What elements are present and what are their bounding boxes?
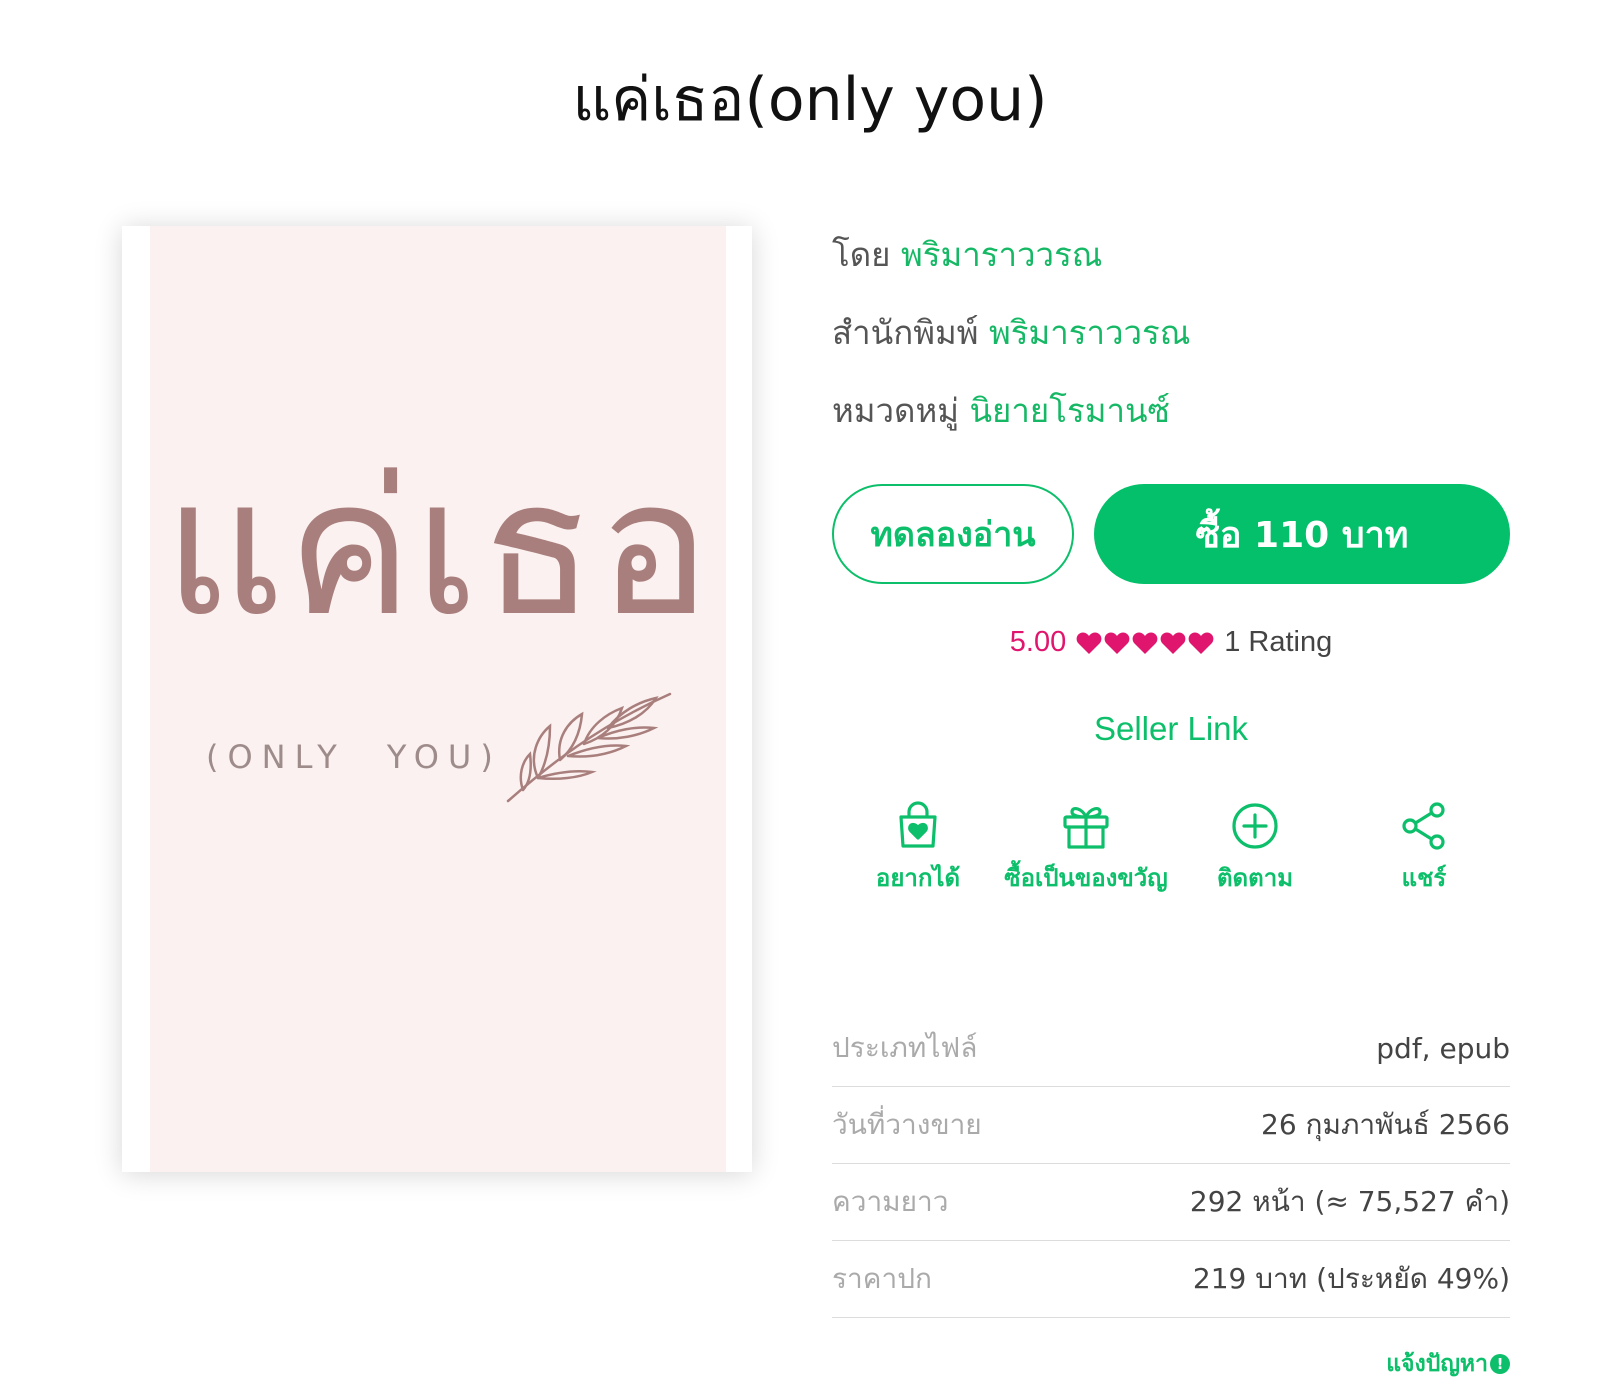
heart-icon <box>1104 632 1130 654</box>
author-link[interactable]: พริมาราววรณ <box>901 235 1102 274</box>
heart-icon <box>1188 632 1214 654</box>
page-title: แค่เธอ(only you) <box>572 65 1048 135</box>
follow-label: ติดตาม <box>1216 864 1294 892</box>
category-label: หมวดหมู่ <box>832 391 959 430</box>
detail-label: ประเภทไฟล์ <box>832 1031 978 1064</box>
detail-label: ความยาว <box>832 1185 949 1218</box>
share-icon <box>1402 802 1445 850</box>
gift-icon <box>1063 806 1109 849</box>
leaf-branch-icon <box>506 692 672 803</box>
sample-read-button[interactable]: ทดลองอ่าน <box>832 484 1074 584</box>
action-bar: อยากได้ ซื้อเป็นของขวัญ ติดตาม แชร์ <box>832 800 1510 910</box>
author-label: โดย <box>832 235 891 274</box>
detail-row: ความยาว 292 หน้า (≈ 75,527 คำ) <box>832 1164 1510 1241</box>
rating-hearts <box>1076 631 1214 655</box>
report-problem-link[interactable]: แจ้งปัญหา ! <box>1386 1346 1510 1382</box>
detail-row: ประเภทไฟล์ pdf, epub <box>832 1010 1510 1087</box>
detail-value: 219 บาท (ประหยัด 49%) <box>1192 1262 1510 1295</box>
seller-link[interactable]: Seller Link <box>832 710 1510 748</box>
author-row: โดย พริมาราววรณ <box>832 228 1102 281</box>
detail-value: pdf, epub <box>1376 1031 1510 1065</box>
buy-button[interactable]: ซื้อ 110 บาท <box>1094 484 1510 584</box>
gift-label: ซื้อเป็นของขวัญ <box>1004 864 1168 892</box>
rating-summary: 5.00 1 Rating <box>832 626 1510 659</box>
publisher-row: สำนักพิมพ์ พริมาราววรณ <box>832 306 1190 359</box>
cover-subtitle: (ONLY YOU) <box>206 738 502 776</box>
details-table: ประเภทไฟล์ pdf, epub วันที่วางขาย 26 กุม… <box>832 1010 1510 1318</box>
detail-row: ราคาปก 219 บาท (ประหยัด 49%) <box>832 1241 1510 1318</box>
category-row: หมวดหมู่ นิยายโรมานซ์ <box>832 384 1170 437</box>
detail-label: วันที่วางขาย <box>832 1108 982 1141</box>
detail-value: 292 หน้า (≈ 75,527 คำ) <box>1189 1185 1510 1218</box>
heart-icon <box>1132 632 1158 654</box>
detail-row: วันที่วางขาย 26 กุมภาพันธ์ 2566 <box>832 1087 1510 1164</box>
rating-score: 5.00 <box>1009 626 1067 658</box>
share-label: แชร์ <box>1401 864 1447 892</box>
book-cover[interactable]: แค่เธอ (ONLY YOU) <box>122 226 752 1172</box>
wishlist-label: อยากได้ <box>875 864 961 892</box>
detail-label: ราคาปก <box>832 1262 932 1295</box>
wishlist-bag-heart-icon <box>899 801 937 848</box>
publisher-link[interactable]: พริมาราววรณ <box>989 313 1190 352</box>
report-label: แจ้งปัญหา <box>1386 1351 1488 1377</box>
alert-icon: ! <box>1490 1354 1510 1374</box>
plus-circle-icon <box>1232 803 1278 849</box>
cover-art: แค่เธอ (ONLY YOU) <box>150 226 726 1172</box>
heart-icon <box>1076 632 1102 654</box>
category-link[interactable]: นิยายโรมานซ์ <box>969 391 1169 430</box>
publisher-label: สำนักพิมพ์ <box>832 313 979 352</box>
rating-count: 1 Rating <box>1224 626 1333 658</box>
share-button[interactable]: แชร์ <box>1324 800 1524 897</box>
cover-title: แค่เธอ <box>163 439 713 658</box>
detail-value: 26 กุมภาพันธ์ 2566 <box>1261 1108 1510 1141</box>
heart-icon <box>1160 632 1186 654</box>
